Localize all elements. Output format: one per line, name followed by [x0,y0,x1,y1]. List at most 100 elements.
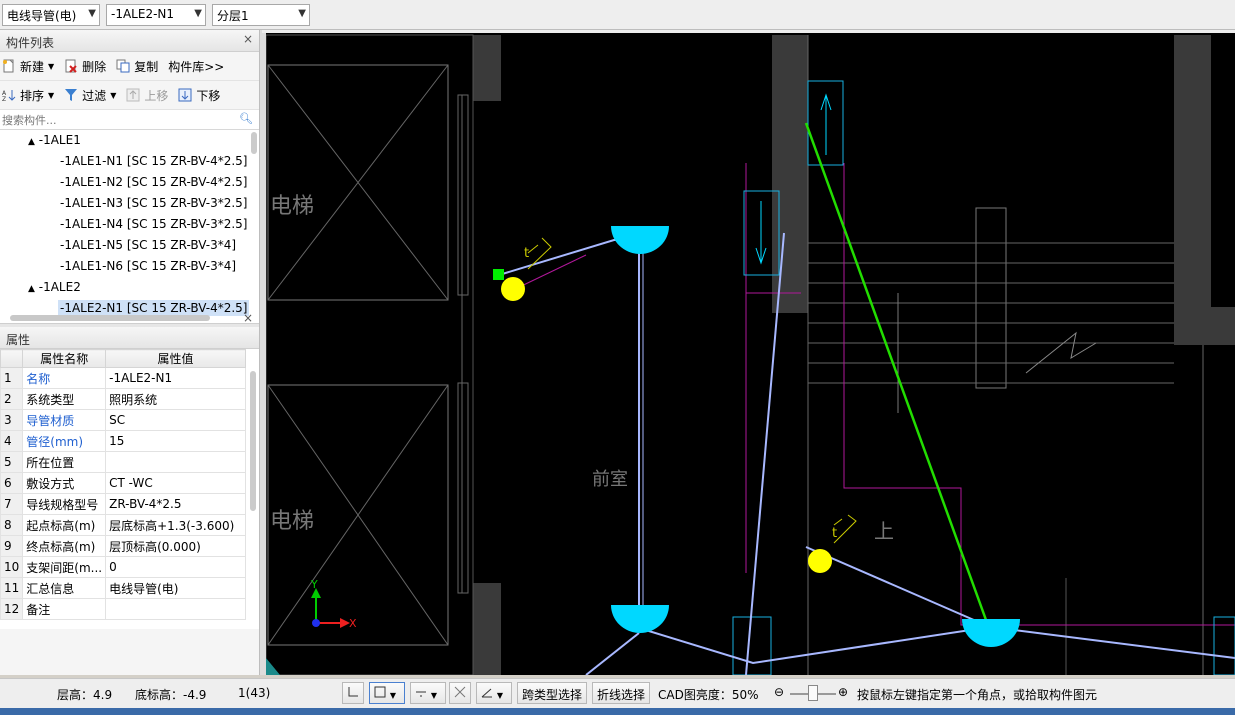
angle-button[interactable]: ▼ [476,682,512,704]
component-type-select[interactable]: 电线导管(电) ▼ [2,4,100,26]
component-name-select[interactable]: -1ALE2-N1 ▼ [106,4,206,26]
collapse-icon[interactable]: ▲ [28,137,35,147]
properties-scrollbar[interactable] [250,371,256,511]
component-list-header: 构件列表 × [0,30,259,52]
search-icon[interactable]: 🔍︎ [239,112,253,125]
tree-node[interactable]: -1ALE1-N2 [SC 15 ZR-BV-4*2.5] [0,172,259,193]
cross-type-select-button[interactable]: 跨类型选择 [517,682,588,704]
distribution-box [1213,616,1235,675]
grip-point[interactable] [493,269,504,280]
filter-label: 过滤 [82,88,107,103]
component-toolbar-row2: AZ 排序 ▼ 过滤 ▼ 上移 下移 [0,81,259,110]
stair-rail [975,207,1007,389]
component-list-title: 构件列表 [6,36,55,50]
cad-drawing[interactable]: t t 电梯 电梯 前室 上 Y X [266,33,1235,675]
delete-button[interactable]: 删除 [64,58,106,75]
tree-scrollbar-vertical[interactable] [251,132,257,154]
property-value[interactable]: ZR-BV-4*2.5 [105,493,246,515]
library-button[interactable]: 构件库>> [168,58,224,75]
sort-button[interactable]: AZ 排序 ▼ [2,87,54,104]
elevator-shaft [266,34,474,675]
property-row[interactable]: 10 支架间距(m... 0 [0,556,246,578]
tree-node-label: -1ALE1 [38,133,81,147]
property-row[interactable]: 9 终点标高(m) 层顶标高(0.000) [0,535,246,557]
brightness-slider-thumb[interactable] [808,685,818,701]
property-row[interactable]: 4 管径(mm) 15 [0,430,246,452]
ceiling-lamp[interactable] [611,226,669,254]
property-name: 导线规格型号 [22,493,107,515]
property-row[interactable]: 12 备注 [0,598,246,620]
ceiling-lamp[interactable] [962,619,1020,647]
move-down-button[interactable]: 下移 [178,87,220,104]
property-row[interactable]: 7 导线规格型号 ZR-BV-4*2.5 [0,493,246,515]
zoom-out-icon[interactable]: ⊖ [774,685,784,699]
property-name: 终点标高(m) [22,535,107,557]
switch-tag-glyph: t [832,526,837,541]
move-up-button[interactable]: 上移 [126,87,168,104]
polyline-select-button[interactable]: 折线选择 [592,682,651,704]
tree-node[interactable]: -1ALE1-N4 [SC 15 ZR-BV-3*2.5] [0,214,259,235]
ceiling-lamp[interactable] [611,605,669,633]
page-count: 1(43) [238,686,271,700]
cross-button[interactable] [449,682,471,704]
property-name: 支架间距(m... [22,556,107,578]
stair-up-label: 上 [874,519,894,543]
copy-button[interactable]: 复制 [116,58,158,75]
chevron-down-icon: ▼ [298,8,306,19]
zoom-in-icon[interactable]: ⊕ [838,685,848,699]
property-value[interactable]: 层顶标高(0.000) [105,535,246,557]
layer-select[interactable]: 分层1 ▼ [212,4,310,26]
axis-x-label: X [349,617,357,630]
property-value[interactable] [105,451,246,473]
new-button[interactable]: 新建 ▼ [2,58,54,75]
tree-node[interactable]: -1ALE1-N1 [SC 15 ZR-BV-4*2.5] [0,151,259,172]
selected-conduit-green[interactable] [804,122,992,632]
vestibule-label: 前室 [592,469,628,490]
property-row[interactable]: 8 起点标高(m) 层底标高+1.3(-3.600) [0,514,246,536]
property-row[interactable]: 2 系统类型 照明系统 [0,388,246,410]
ortho-button[interactable] [342,682,364,704]
property-value[interactable]: 0 [105,556,246,578]
grid-button[interactable]: ▼ [410,682,446,704]
switch[interactable] [808,549,832,573]
tree-node-group[interactable]: ▲ -1ALE1 [0,130,259,151]
tree-node-group[interactable]: ▲ -1ALE2 [0,277,259,298]
snap-button[interactable]: ▼ [369,682,405,704]
property-row[interactable]: 1 名称 -1ALE2-N1 [0,367,246,389]
bottom-elevation: 底标高：-4.9 [135,688,207,702]
break-line [1025,331,1097,374]
component-toolbar-row1: 新建 ▼ 删除 复制 构件库>> [0,52,259,81]
chevron-down-icon: ▼ [389,691,396,700]
close-icon[interactable]: × [243,32,253,46]
switch[interactable] [501,277,525,301]
ortho-icon [348,687,358,697]
filter-button[interactable]: 过滤 ▼ [64,87,116,104]
component-search-input[interactable]: 搜索构件... 🔍︎ [0,110,259,130]
tree-node-label: -1ALE1-N6 [SC 15 ZR-BV-3*4] [60,259,237,273]
component-name-value: -1ALE2-N1 [111,7,175,21]
arrow-down-icon [755,201,767,265]
property-value[interactable]: -1ALE2-N1 [105,367,246,389]
property-value[interactable]: CT -WC [105,472,246,494]
property-value[interactable]: SC [105,409,246,431]
collapse-icon[interactable]: ▲ [28,284,35,294]
tree-node[interactable]: -1ALE1-N3 [SC 15 ZR-BV-3*2.5] [0,193,259,214]
component-tree: ▲ -1ALE1 -1ALE1-N1 [SC 15 ZR-BV-4*2.5] -… [0,130,259,323]
tree-scrollbar-horizontal[interactable] [10,315,210,321]
tree-node[interactable]: -1ALE1-N5 [SC 15 ZR-BV-3*4] [0,235,259,256]
property-value[interactable]: 照明系统 [105,388,246,410]
property-value[interactable]: 电线导管(电) [105,577,246,599]
property-value[interactable]: 层底标高+1.3(-3.600) [105,514,246,536]
property-row-number: 3 [0,409,24,431]
left-panel: 构件列表 × 新建 ▼ 删除 复制 构件库>> AZ 排序 ▼ 过滤 ▼ 上移 … [0,30,260,675]
cad-canvas[interactable]: t t 电梯 电梯 前室 上 Y X [266,33,1235,675]
property-row[interactable]: 3 导管材质 SC [0,409,246,431]
property-row[interactable]: 11 汇总信息 电线导管(电) [0,577,246,599]
property-row[interactable]: 5 所在位置 [0,451,246,473]
property-value[interactable] [105,598,246,620]
tree-node[interactable]: -1ALE1-N6 [SC 15 ZR-BV-3*4] [0,256,259,277]
close-icon[interactable]: × [243,311,253,325]
property-value[interactable]: 15 [105,430,246,452]
copy-icon [116,59,130,73]
property-row[interactable]: 6 敷设方式 CT -WC [0,472,246,494]
